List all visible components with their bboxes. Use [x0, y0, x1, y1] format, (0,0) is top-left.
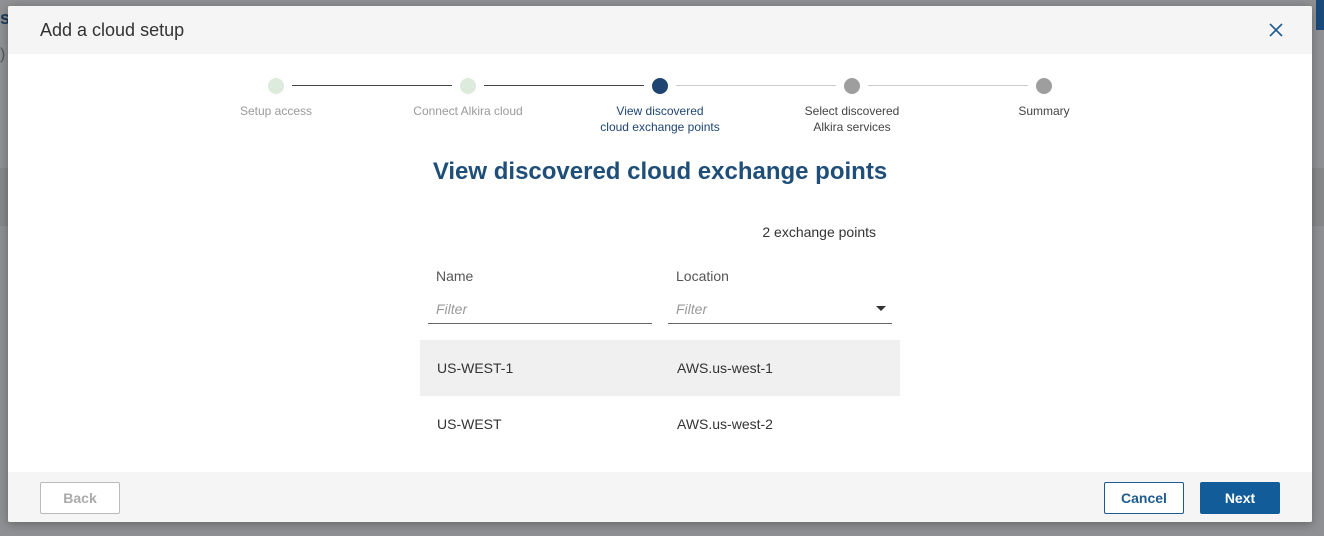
name-filter-field	[428, 296, 652, 324]
location-filter-input[interactable]	[668, 296, 892, 322]
step-connect-alkira-cloud: Connect Alkira cloud	[378, 78, 558, 119]
caret-down-icon[interactable]	[876, 306, 886, 311]
modal-header: Add a cloud setup	[8, 6, 1312, 54]
background-text-fragment: )	[0, 46, 6, 63]
name-filter-input[interactable]	[428, 296, 652, 322]
cancel-button[interactable]: Cancel	[1104, 482, 1184, 514]
step-label: Connect Alkira cloud	[413, 104, 523, 118]
step-label: View discovered cloud exchange points	[600, 104, 720, 134]
background-accent	[1316, 0, 1324, 30]
wizard-stepper: Setup access Connect Alkira cloud View d…	[8, 54, 1312, 144]
table-row[interactable]: US-WEST-1 AWS.us-west-1	[420, 340, 900, 396]
step-label: Summary	[1018, 104, 1070, 118]
column-header-location: Location	[676, 268, 729, 284]
table-row[interactable]: US-WEST AWS.us-west-2	[420, 396, 900, 452]
step-select-services: Select discovered Alkira services	[762, 78, 942, 135]
step-indicator	[1036, 78, 1052, 94]
column-header-name: Name	[436, 268, 474, 284]
add-cloud-setup-modal: Add a cloud setup Setup access Connect A…	[8, 6, 1312, 522]
back-button[interactable]: Back	[40, 482, 120, 514]
close-icon	[1269, 23, 1283, 37]
row-location: AWS.us-west-2	[677, 416, 773, 432]
modal-footer: Back Cancel Next	[8, 472, 1312, 522]
row-location: AWS.us-west-1	[677, 360, 773, 376]
next-button[interactable]: Next	[1200, 482, 1280, 514]
step-indicator	[844, 78, 860, 94]
location-filter-select[interactable]	[668, 296, 892, 324]
step-view-exchange-points: View discovered cloud exchange points	[570, 78, 750, 135]
step-label: Setup access	[239, 104, 313, 118]
step-indicator	[268, 78, 284, 94]
step-indicator	[460, 78, 476, 94]
page-title: View discovered cloud exchange points	[432, 158, 888, 185]
step-setup-access: Setup access	[186, 78, 366, 119]
step-label: Select discovered Alkira services	[804, 104, 900, 134]
modal-title: Add a cloud setup	[40, 20, 185, 40]
step-indicator	[652, 78, 668, 94]
step-summary: Summary	[954, 78, 1134, 119]
exchange-points-count: 2 exchange points	[762, 224, 876, 240]
row-name: US-WEST-1	[437, 360, 514, 376]
row-name: US-WEST	[437, 416, 502, 432]
close-button[interactable]	[1264, 18, 1288, 42]
